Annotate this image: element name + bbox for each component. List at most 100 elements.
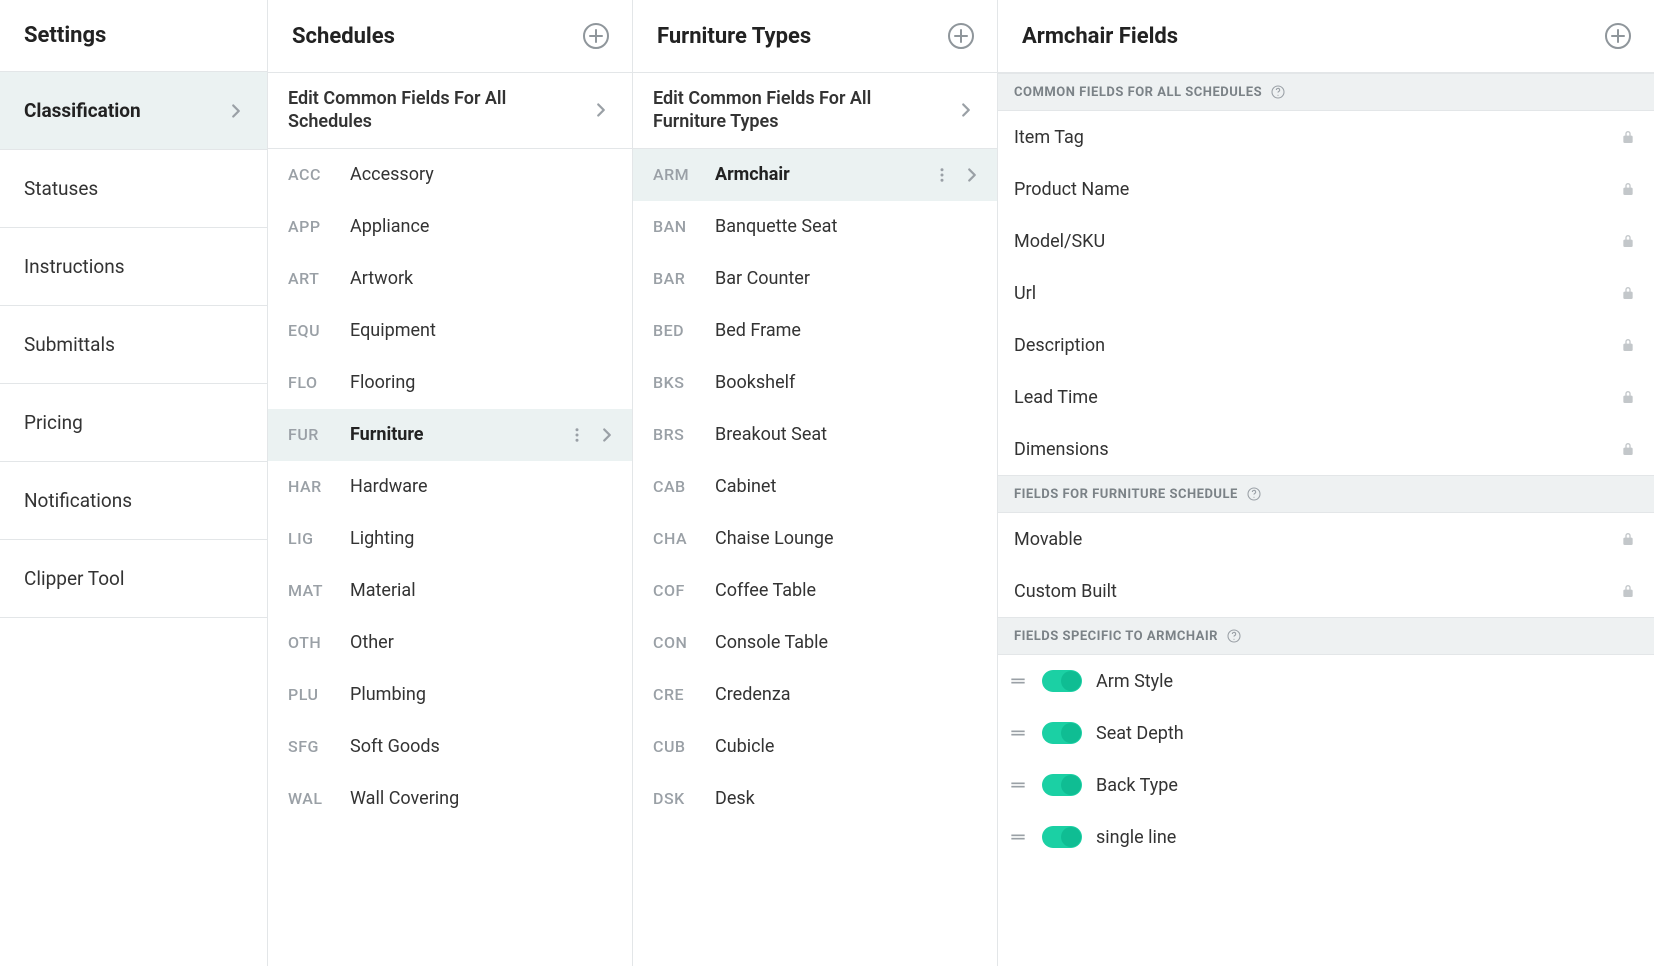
field-name: single line [1096,827,1176,848]
name-label: Console Table [715,632,983,653]
lock-icon [1620,129,1636,145]
field-row[interactable]: Url [998,267,1654,319]
more-icon[interactable] [568,426,586,444]
settings-item-label: Classification [24,99,141,122]
chevron-right-icon [225,100,247,122]
app-root: Settings ClassificationStatusesInstructi… [0,0,1654,966]
schedule-item-equ[interactable]: EQUEquipment [268,305,632,357]
field-name: Seat Depth [1096,723,1184,744]
schedule-item-oth[interactable]: OTHOther [268,617,632,669]
field-toggle[interactable] [1042,670,1082,692]
settings-item-label: Instructions [24,255,125,278]
lock-icon [1620,389,1636,405]
edit-common-schedules[interactable]: Edit Common Fields For All Schedules [268,73,632,149]
edit-common-types[interactable]: Edit Common Fields For All Furniture Typ… [633,73,997,149]
type-item-cof[interactable]: COFCoffee Table [633,565,997,617]
code-label: OTH [288,633,330,652]
schedule-item-plu[interactable]: PLUPlumbing [268,669,632,721]
schedules-title: Schedules [292,24,395,49]
field-row: single line [998,811,1654,863]
field-row: Seat Depth [998,707,1654,759]
schedule-item-sfg[interactable]: SFGSoft Goods [268,721,632,773]
section-label: FIELDS FOR FURNITURE SCHEDULE [1014,487,1238,502]
drag-handle-icon[interactable] [1008,671,1028,691]
settings-item-clipper-tool[interactable]: Clipper Tool [0,540,267,618]
settings-item-submittals[interactable]: Submittals [0,306,267,384]
name-label: Chaise Lounge [715,528,983,549]
settings-item-instructions[interactable]: Instructions [0,228,267,306]
code-label: PLU [288,685,330,704]
type-item-bed[interactable]: BEDBed Frame [633,305,997,357]
drag-handle-icon[interactable] [1008,723,1028,743]
settings-item-statuses[interactable]: Statuses [0,150,267,228]
field-toggle[interactable] [1042,774,1082,796]
schedule-item-fur[interactable]: FURFurniture [268,409,632,461]
settings-item-label: Clipper Tool [24,567,125,590]
field-row[interactable]: Custom Built [998,565,1654,617]
type-item-ban[interactable]: BANBanquette Seat [633,201,997,253]
code-label: MAT [288,581,330,600]
settings-item-pricing[interactable]: Pricing [0,384,267,462]
type-item-cha[interactable]: CHAChaise Lounge [633,513,997,565]
add-type-button[interactable] [947,22,975,50]
code-label: BED [653,321,695,340]
edit-common-schedules-label: Edit Common Fields For All Schedules [288,87,568,134]
code-label: BKS [653,373,695,392]
more-icon[interactable] [933,166,951,184]
type-item-bks[interactable]: BKSBookshelf [633,357,997,409]
type-item-arm[interactable]: ARMArmchair [633,149,997,201]
schedules-list: ACCAccessoryAPPApplianceARTArtworkEQUEqu… [268,149,632,825]
schedule-item-flo[interactable]: FLOFlooring [268,357,632,409]
type-item-con[interactable]: CONConsole Table [633,617,997,669]
field-name: Lead Time [1014,387,1606,408]
field-row[interactable]: Movable [998,513,1654,565]
types-header: Furniture Types [633,0,997,73]
settings-item-classification[interactable]: Classification [0,72,267,150]
code-label: FUR [288,425,330,444]
field-toggle[interactable] [1042,826,1082,848]
code-label: COF [653,581,695,600]
type-item-cre[interactable]: CRECredenza [633,669,997,721]
field-row[interactable]: Model/SKU [998,215,1654,267]
schedule-item-har[interactable]: HAR Hardware [268,461,632,513]
code-label: HAR [288,477,330,496]
lock-icon [1620,441,1636,457]
schedule-item-lig[interactable]: LIGLighting [268,513,632,565]
field-row[interactable]: Item Tag [998,111,1654,163]
schedules-header: Schedules [268,0,632,73]
schedule-item-acc[interactable]: ACCAccessory [268,149,632,201]
schedule-item-app[interactable]: APPAppliance [268,201,632,253]
code-label: CUB [653,737,695,756]
help-icon [1246,486,1262,502]
add-field-button[interactable] [1604,22,1632,50]
field-row[interactable]: Product Name [998,163,1654,215]
field-toggle[interactable] [1042,722,1082,744]
add-schedule-button[interactable] [582,22,610,50]
name-label: Flooring [350,372,618,393]
schedule-item-wal[interactable]: WALWall Covering [268,773,632,825]
field-row[interactable]: Description [998,319,1654,371]
field-row[interactable]: Dimensions [998,423,1654,475]
type-item-bar[interactable]: BARBar Counter [633,253,997,305]
type-item-cab[interactable]: CABCabinet [633,461,997,513]
drag-handle-icon[interactable] [1008,827,1028,847]
code-label: BAN [653,217,695,236]
schedule-item-art[interactable]: ARTArtwork [268,253,632,305]
field-name: Movable [1014,529,1606,550]
name-label: Hardware [350,476,618,497]
schedule-item-mat[interactable]: MAT Material [268,565,632,617]
field-name: Product Name [1014,179,1606,200]
settings-item-notifications[interactable]: Notifications [0,462,267,540]
code-label: APP [288,217,330,236]
field-name: Back Type [1096,775,1178,796]
field-row[interactable]: Lead Time [998,371,1654,423]
type-item-dsk[interactable]: DSKDesk [633,773,997,825]
type-item-cub[interactable]: CUBCubicle [633,721,997,773]
chevron-right-icon [961,164,983,186]
name-label: Material [350,580,618,601]
field-name: Description [1014,335,1606,356]
lock-icon [1620,583,1636,599]
type-item-brs[interactable]: BRSBreakout Seat [633,409,997,461]
drag-handle-icon[interactable] [1008,775,1028,795]
name-label: Bar Counter [715,268,983,289]
